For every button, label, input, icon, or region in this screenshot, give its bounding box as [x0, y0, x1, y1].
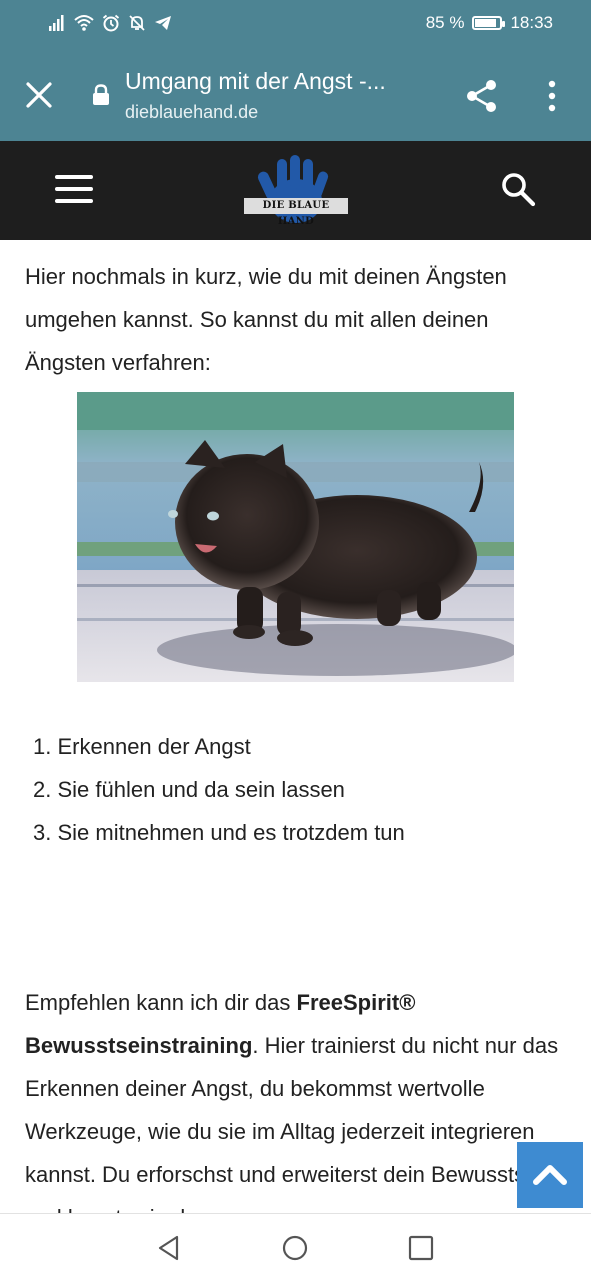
alarm-icon	[102, 14, 120, 32]
page-title[interactable]: Umgang mit der Angst -...	[125, 68, 386, 95]
close-icon[interactable]	[24, 80, 54, 110]
home-icon[interactable]	[282, 1235, 308, 1261]
brand-name: FreeSpirit®	[296, 990, 416, 1015]
menu-icon[interactable]	[55, 175, 93, 205]
recommendation-paragraph: Empfehlen kann ich dir das FreeSpirit® B…	[25, 990, 559, 1230]
more-options-icon[interactable]	[540, 78, 564, 114]
system-nav-bar	[0, 1213, 591, 1281]
status-bar: 85 % 18:33	[0, 0, 591, 50]
scroll-to-top-button[interactable]	[517, 1142, 583, 1208]
page-url[interactable]: dieblauehand.de	[125, 102, 258, 123]
back-icon[interactable]	[156, 1235, 182, 1261]
lock-icon	[93, 84, 109, 105]
training-name: Bewusstseinstraining	[25, 1033, 253, 1058]
kitten-photo	[77, 392, 514, 682]
battery-icon	[472, 16, 506, 30]
mute-icon	[129, 15, 145, 31]
logo-text: DIE BLAUE HAND	[244, 198, 348, 227]
signal-icon	[49, 15, 64, 31]
chevron-up-icon	[533, 1165, 567, 1185]
battery-percent: 85 %	[425, 13, 465, 32]
status-right: 85 % 18:33	[426, 13, 553, 33]
steps-list: 1. Erkennen der Angst 2. Sie fühlen und …	[33, 725, 405, 854]
status-icons	[48, 14, 172, 32]
intro-paragraph: Hier nochmals in kurz, wie du mit deinen…	[25, 264, 507, 375]
clock: 18:33	[510, 13, 553, 32]
list-item: 2. Sie fühlen und da sein lassen	[33, 777, 345, 802]
search-icon[interactable]	[500, 171, 536, 207]
list-item: 3. Sie mitnehmen und es trotzdem tun	[33, 820, 405, 845]
share-icon[interactable]	[464, 78, 500, 114]
list-item: 1. Erkennen der Angst	[33, 734, 251, 759]
telegram-icon	[155, 16, 171, 30]
wifi-icon	[74, 15, 94, 31]
browser-toolbar: Umgang mit der Angst -... dieblauehand.d…	[0, 50, 591, 141]
recents-icon[interactable]	[408, 1235, 434, 1261]
